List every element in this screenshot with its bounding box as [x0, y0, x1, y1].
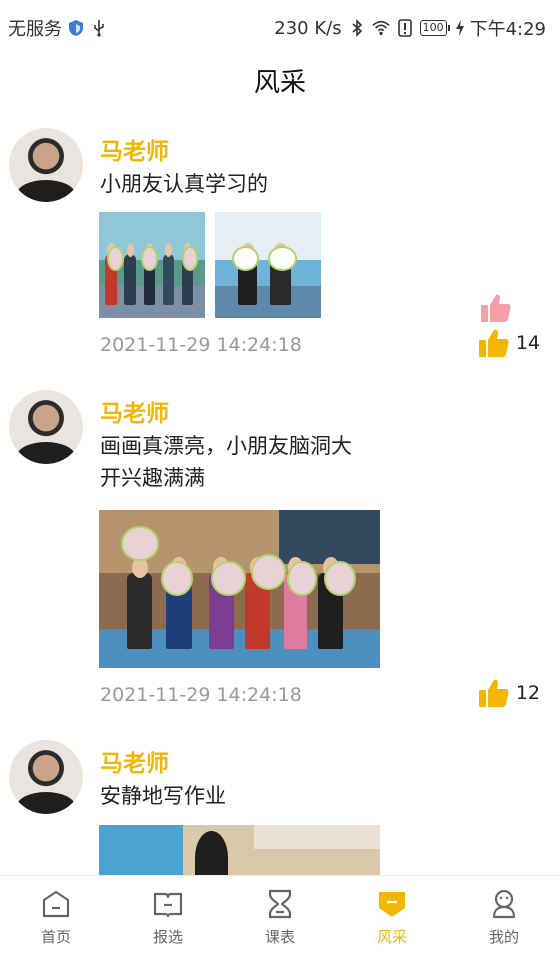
shield-icon — [69, 20, 83, 36]
post-photo[interactable] — [99, 825, 380, 875]
post-timestamp: 2021-11-29 14:24:18 — [100, 334, 302, 356]
nav-item-style[interactable]: 风采 — [336, 876, 448, 961]
sim-alert-icon — [397, 19, 412, 37]
usb-icon — [94, 20, 104, 37]
nav-label: 报选 — [152, 928, 183, 946]
nav-item-profile[interactable]: 我的 — [448, 876, 560, 961]
like-count: 12 — [515, 682, 540, 704]
home-icon — [42, 890, 70, 918]
thumbs-up-icon — [478, 329, 509, 357]
avatar[interactable] — [9, 390, 83, 464]
author-name: 马老师 — [100, 751, 169, 777]
post-timestamp: 2021-11-29 14:24:18 — [100, 684, 302, 706]
liked-thumb-icon[interactable] — [480, 293, 512, 323]
post-photo[interactable] — [99, 510, 380, 668]
page-title: 风采 — [253, 68, 306, 98]
avatar[interactable] — [9, 740, 83, 814]
nav-label: 课表 — [264, 928, 295, 946]
post-text: 画画真漂亮，小朋友脑洞大 开兴趣满满 — [100, 430, 352, 494]
status-bar: 无服务 230 K/s 100 下午4:29 — [0, 0, 560, 54]
author-name: 马老师 — [100, 401, 169, 427]
bluetooth-icon — [352, 19, 362, 37]
charging-icon — [455, 20, 464, 36]
hourglass-icon — [268, 889, 292, 919]
bottom-nav: 首页 报选 课表 风采 我的 — [0, 875, 560, 961]
nav-label: 首页 — [40, 928, 71, 946]
thumbs-up-icon — [478, 679, 509, 707]
battery-indicator: 100 — [419, 20, 450, 36]
nav-item-enroll[interactable]: 报选 — [112, 876, 224, 961]
wifi-icon — [371, 20, 390, 36]
post-feed[interactable]: 马老师 小朋友认真学习的 2021-11-29 14:24:18 14 马老师 … — [0, 110, 560, 875]
profile-icon — [492, 889, 516, 919]
nav-label: 风采 — [376, 928, 407, 946]
avatar[interactable] — [9, 128, 83, 202]
nav-item-home[interactable]: 首页 — [0, 876, 112, 961]
like-button[interactable]: 14 — [478, 328, 540, 358]
post-photo[interactable] — [215, 212, 321, 318]
carrier-label: 无服务 — [8, 19, 62, 40]
like-count: 14 — [515, 332, 540, 354]
post-text-line: 画画真漂亮，小朋友脑洞大 — [100, 434, 352, 458]
post-text: 小朋友认真学习的 — [100, 168, 268, 200]
post-text-line: 小朋友认真学习的 — [100, 172, 268, 196]
network-speed: 230 K/s — [274, 17, 342, 39]
nav-item-schedule[interactable]: 课表 — [224, 876, 336, 961]
like-button[interactable]: 12 — [478, 678, 540, 708]
author-name: 马老师 — [100, 139, 169, 165]
clock: 下午4:29 — [469, 19, 546, 40]
style-icon — [379, 892, 405, 917]
book-icon — [153, 892, 183, 918]
post-text-line: 开兴趣满满 — [100, 466, 205, 490]
nav-label: 我的 — [488, 928, 519, 946]
post-photo[interactable] — [99, 212, 205, 318]
post-text-line: 安静地写作业 — [100, 784, 226, 808]
post-text: 安静地写作业 — [100, 780, 226, 812]
battery-level: 100 — [419, 20, 447, 36]
